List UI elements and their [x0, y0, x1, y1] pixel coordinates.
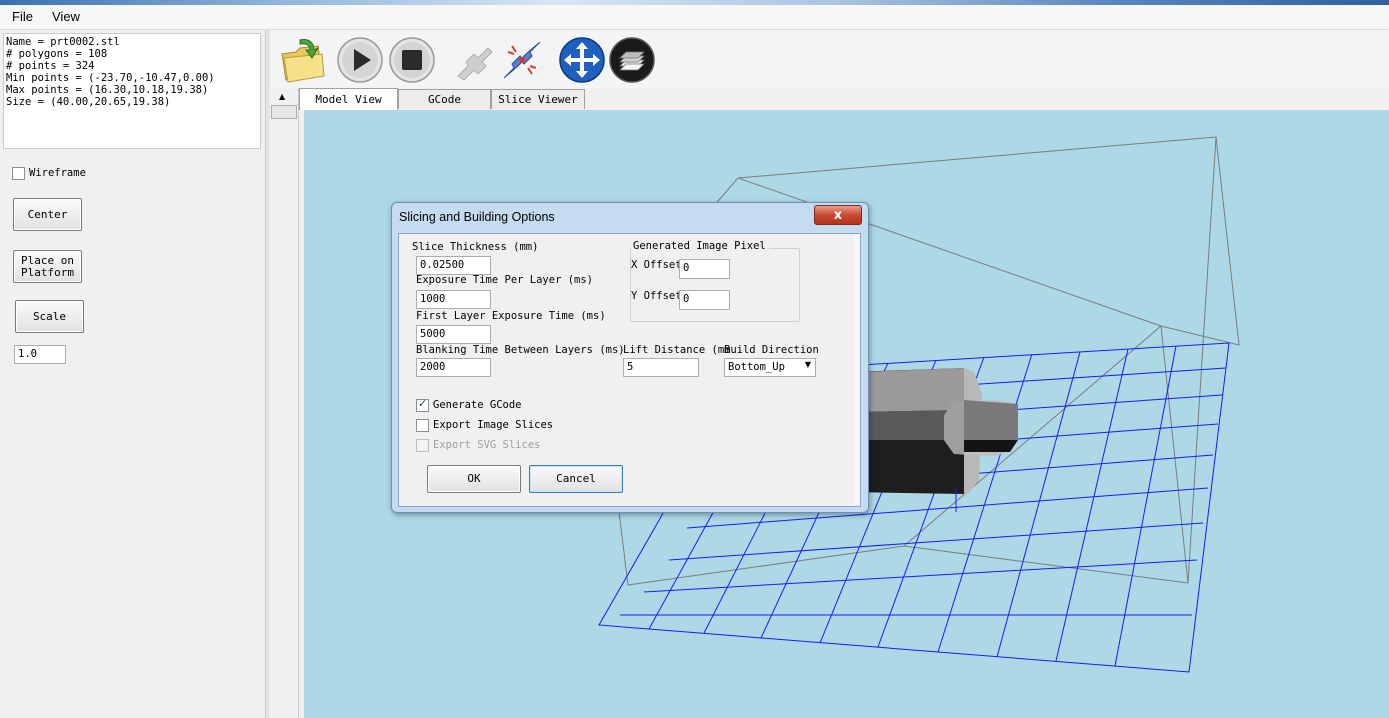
pixel-offsets-label: Generated Image Pixel Offsets — [631, 240, 769, 252]
cancel-button[interactable]: Cancel — [529, 465, 623, 493]
scroll-thumb[interactable] — [271, 105, 297, 119]
tab-scrollbar[interactable]: ▲ — [270, 88, 299, 718]
tab-model-view-label: Model View — [315, 93, 382, 106]
center-button-label: Center — [27, 207, 68, 221]
generate-gcode-label: Generate GCode — [433, 399, 522, 411]
model-info-points: # points = 324 — [6, 60, 95, 72]
scale-button[interactable]: Scale — [15, 300, 84, 333]
model-info-polygons: # polygons = 108 — [6, 48, 108, 60]
tab-gcode-label: GCode — [427, 93, 462, 106]
dialog-close-button[interactable]: x — [814, 205, 862, 225]
place-on-platform-line2: Platform — [21, 265, 74, 279]
generate-gcode-checkbox[interactable] — [416, 397, 429, 412]
slice-thickness-input[interactable]: 0.02500 — [416, 256, 491, 275]
build-direction-value: Bottom_Up — [728, 361, 785, 373]
tab-slice-viewer[interactable]: Slice Viewer — [491, 89, 585, 109]
y-offset-label: Y Offset — [631, 290, 682, 302]
tab-model-view[interactable]: Model View — [299, 88, 398, 110]
wireframe-checkbox[interactable] — [12, 167, 25, 180]
x-offset-input[interactable]: 0 — [679, 259, 730, 279]
blanking-time-label: Blanking Time Between Layers (ms) — [416, 344, 625, 356]
wireframe-label: Wireframe — [29, 167, 86, 179]
x-offset-label: X Offset — [631, 259, 682, 271]
ok-button[interactable]: OK — [427, 465, 521, 493]
first-layer-exposure-input[interactable]: 5000 — [416, 325, 491, 344]
scroll-up-icon[interactable]: ▲ — [279, 92, 285, 101]
y-offset-input[interactable]: 0 — [679, 290, 730, 310]
tab-strip: Model View GCode Slice Viewer — [298, 88, 1389, 110]
toolbar — [270, 30, 1389, 88]
lift-distance-label: Lift Distance (mm — [623, 344, 731, 356]
place-on-platform-line1: Place on — [21, 253, 74, 267]
place-on-platform-button[interactable]: Place on Platform — [13, 250, 82, 283]
model-mesh — [849, 368, 1018, 512]
open-folder-icon[interactable] — [278, 36, 326, 84]
model-info-name: Name = prt0002.stl — [6, 36, 120, 48]
model-info-max: Max points = (16.30,10.18,19.38) — [6, 84, 209, 96]
export-image-slices-label: Export Image Slices — [433, 419, 554, 431]
lift-distance-input[interactable]: 5 — [623, 358, 699, 377]
exposure-time-label: Exposure Time Per Layer (ms) — [416, 274, 594, 286]
menu-file[interactable]: File — [12, 9, 33, 24]
menu-view[interactable]: View — [52, 9, 80, 24]
scale-input[interactable]: 1.0 — [14, 345, 66, 364]
chevron-down-icon: ▼ — [804, 360, 811, 369]
first-layer-exposure-label: First Layer Exposure Time (ms) — [416, 310, 606, 322]
menu-bar: File View — [0, 5, 1389, 30]
dialog-title: Slicing and Building Options — [399, 210, 555, 224]
model-info-size: Size = (40.00,20.65,19.38) — [6, 96, 171, 108]
export-svg-slices-label: Export SVG Slices — [433, 439, 541, 451]
play-icon[interactable] — [336, 36, 384, 84]
close-icon: x — [833, 207, 843, 223]
export-svg-slices-checkbox — [416, 439, 429, 452]
move-arrows-icon[interactable] — [558, 36, 606, 84]
export-image-slices-checkbox[interactable] — [416, 419, 429, 432]
build-direction-select[interactable]: Bottom_Up ▼ — [724, 358, 816, 377]
slice-thickness-label: Slice Thickness (mm) — [412, 241, 539, 253]
stop-icon[interactable] — [388, 36, 436, 84]
scale-button-label: Scale — [32, 309, 67, 323]
slice-stack-icon[interactable] — [608, 36, 656, 84]
slicing-options-dialog: Slicing and Building Options x Slice Thi… — [391, 202, 869, 513]
model-info-min: Min points = (-23.70,-10.47,0.00) — [6, 72, 215, 84]
build-direction-label: Build Direction — [724, 344, 819, 356]
center-button[interactable]: Center — [13, 198, 82, 231]
slice-disabled-icon — [457, 47, 493, 81]
dialog-client-area: Slice Thickness (mm) 0.02500 Exposure Ti… — [398, 233, 861, 507]
connect-icon[interactable] — [498, 36, 546, 84]
cancel-button-label: Cancel — [556, 472, 596, 485]
tab-gcode[interactable]: GCode — [398, 89, 491, 109]
ok-button-label: OK — [467, 472, 481, 485]
blanking-time-input[interactable]: 2000 — [416, 358, 491, 377]
tab-slice-viewer-label: Slice Viewer — [498, 93, 578, 106]
dialog-scrollbar[interactable] — [854, 235, 860, 505]
exposure-time-input[interactable]: 1000 — [416, 290, 491, 309]
model-info-box: Name = prt0002.stl # polygons = 108 # po… — [3, 33, 261, 149]
